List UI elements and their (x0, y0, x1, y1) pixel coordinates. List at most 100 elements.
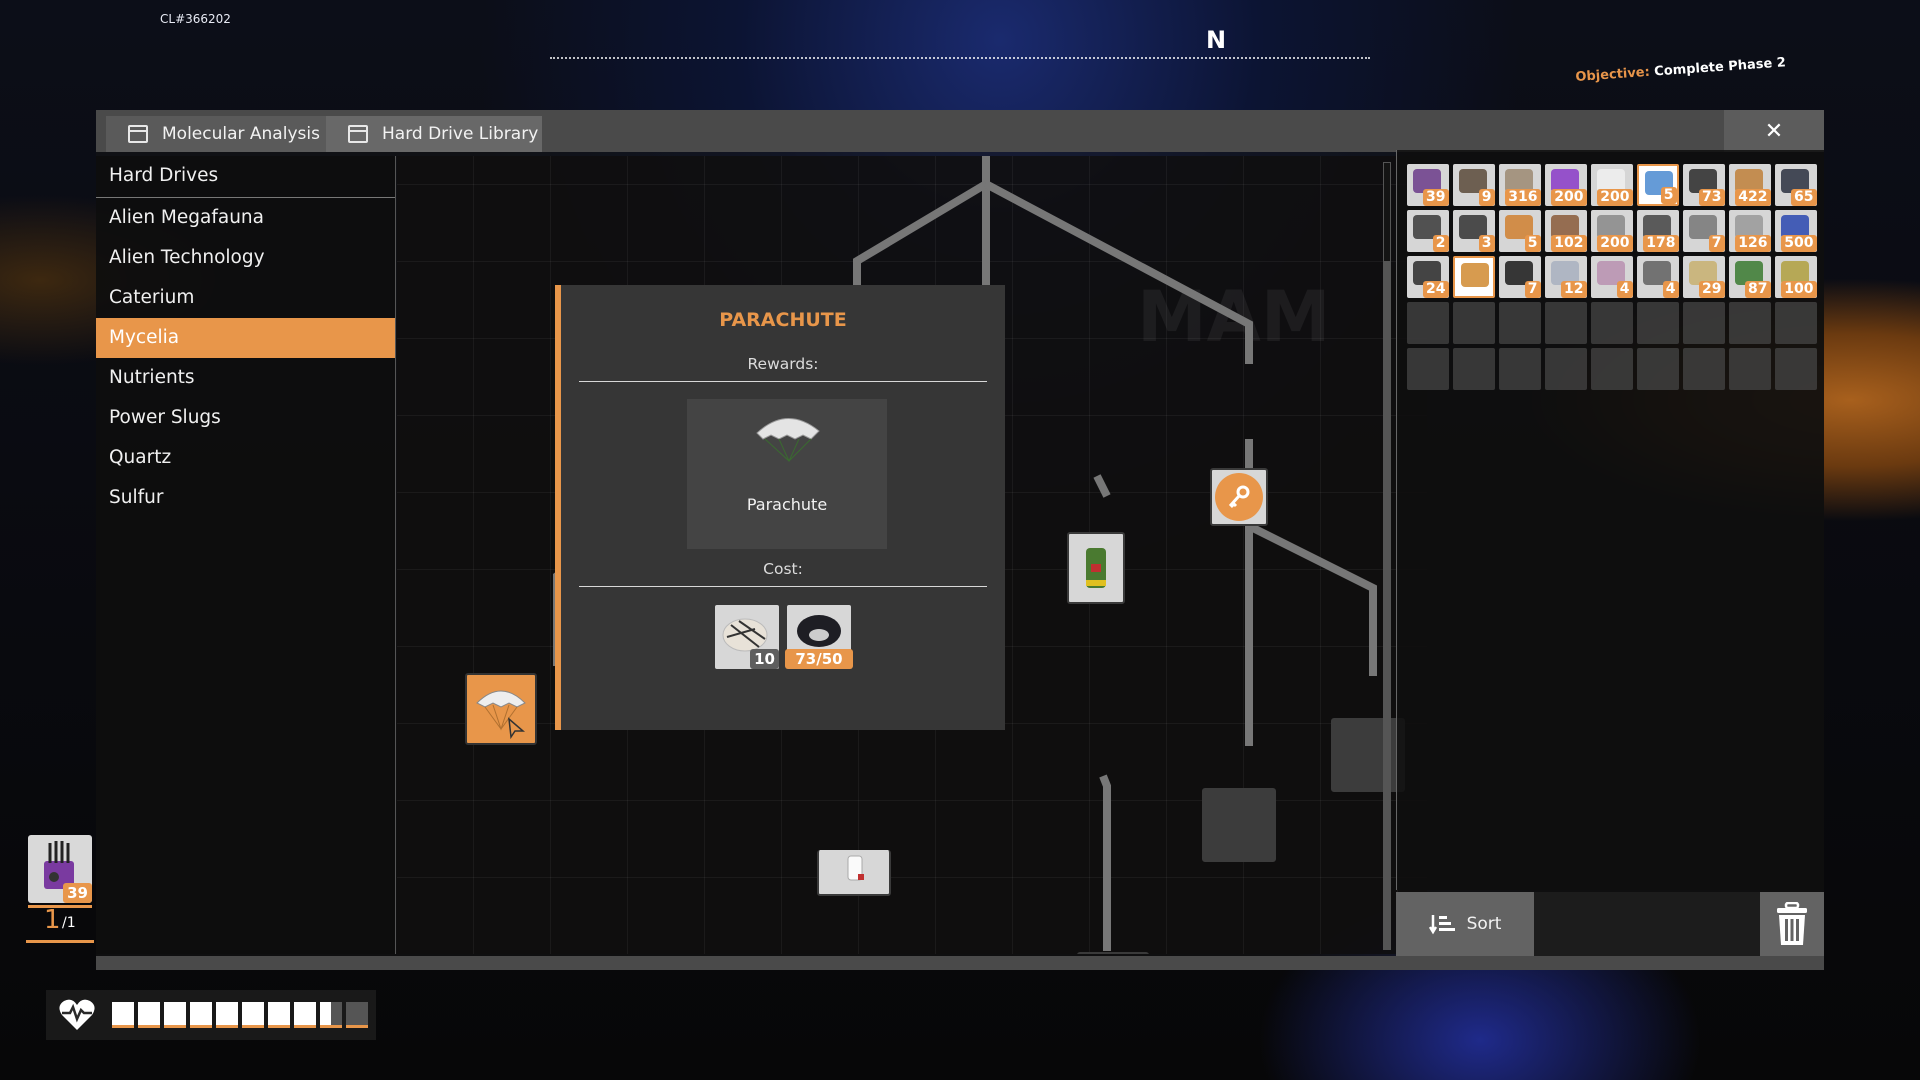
parachute-icon (476, 690, 526, 739)
inventory-slot[interactable]: 73 (1683, 164, 1725, 206)
medkit-icon (847, 855, 864, 881)
inventory-slot[interactable]: 100 (1775, 256, 1817, 298)
inventory-slot[interactable]: 2 (1407, 210, 1449, 252)
inventory-slot-empty[interactable] (1499, 302, 1541, 344)
sidebar-item-alien-megafauna[interactable]: Alien Megafauna (96, 198, 395, 238)
sort-icon (1428, 915, 1455, 935)
inventory-slot-empty[interactable] (1637, 302, 1679, 344)
inventory-slot-empty[interactable] (1775, 348, 1817, 390)
tree-scrollbar[interactable] (1383, 162, 1391, 950)
tree-node-locked[interactable] (1331, 718, 1405, 792)
equipped-count: 39 (63, 883, 92, 903)
close-button[interactable]: ✕ (1724, 110, 1824, 152)
inventory-slot-empty[interactable] (1591, 302, 1633, 344)
sidebar-item-hard-drives[interactable]: Hard Drives (96, 156, 395, 198)
inventory-slot[interactable]: 7 (1499, 256, 1541, 298)
inventory-slot-empty[interactable] (1729, 302, 1771, 344)
health-segment (294, 1002, 316, 1028)
inventory-slot[interactable]: 3 (1453, 210, 1495, 252)
key-icon (1215, 473, 1263, 521)
inventory-slot-empty[interactable] (1545, 348, 1587, 390)
item-count: 29 (1699, 280, 1725, 298)
cost-list: 10 73/50 (561, 605, 1005, 669)
connector (984, 180, 1253, 364)
inventory-slot[interactable]: 126 (1729, 210, 1771, 252)
inventory-slot[interactable]: 4 (1591, 256, 1633, 298)
health-segment (320, 1002, 342, 1028)
inventory-slot-empty[interactable] (1637, 348, 1679, 390)
inventory-slot-empty[interactable] (1683, 302, 1725, 344)
inventory-slot[interactable]: 500 (1775, 210, 1817, 252)
inventory-slot[interactable]: 5 (1637, 164, 1679, 206)
build-id: CL#366202 (160, 12, 231, 26)
sidebar-item-caterium[interactable]: Caterium (96, 278, 395, 318)
trash-button[interactable] (1760, 892, 1824, 956)
inventory-slot-empty[interactable] (1499, 348, 1541, 390)
sort-button[interactable]: Sort (1396, 892, 1534, 956)
inventory-slot-empty[interactable] (1729, 348, 1771, 390)
inventory-slot[interactable]: 200 (1545, 164, 1587, 206)
parachute-icon (756, 418, 820, 463)
tab-hard-drive-library[interactable]: Hard Drive Library (326, 116, 542, 152)
slot-current: 1 (44, 905, 61, 935)
item-count: 9 (1478, 188, 1495, 206)
equipped-item-slot[interactable]: 39 (28, 835, 92, 903)
cost-item-fabric: 10 (715, 605, 779, 669)
tree-node-canister[interactable] (1067, 532, 1125, 604)
inventory-slot[interactable]: 12 (1545, 256, 1587, 298)
inventory-slot[interactable] (1453, 256, 1495, 298)
inventory-slot[interactable]: 9 (1453, 164, 1495, 206)
inventory-slot[interactable]: 7 (1683, 210, 1725, 252)
health-segment (112, 1002, 134, 1028)
item-count: 87 (1745, 280, 1771, 298)
tree-node-locked[interactable] (1202, 788, 1276, 862)
health-segment (346, 1002, 368, 1028)
tree-scrollbar-thumb[interactable] (1383, 162, 1391, 262)
sidebar-item-sulfur[interactable]: Sulfur (96, 478, 395, 518)
sidebar-item-mycelia[interactable]: Mycelia (96, 318, 395, 358)
inventory-slot-empty[interactable] (1775, 302, 1817, 344)
item-count: 7 (1708, 234, 1725, 252)
sidebar-item-alien-technology[interactable]: Alien Technology (96, 238, 395, 278)
inventory-slot[interactable]: 200 (1591, 210, 1633, 252)
inventory-slot[interactable]: 39 (1407, 164, 1449, 206)
inventory-slot[interactable]: 200 (1591, 164, 1633, 206)
tree-node-medkit[interactable] (817, 850, 891, 896)
inventory-slot[interactable]: 5 (1499, 210, 1541, 252)
inventory-slot-empty[interactable] (1545, 302, 1587, 344)
inventory-slot[interactable]: 4 (1637, 256, 1679, 298)
inventory-slot[interactable]: 316 (1499, 164, 1541, 206)
sidebar-item-power-slugs[interactable]: Power Slugs (96, 398, 395, 438)
connector (853, 180, 989, 286)
inventory-slot-empty[interactable] (1453, 348, 1495, 390)
category-sidebar: Hard Drives Alien Megafauna Alien Techno… (96, 156, 396, 954)
sidebar-item-nutrients[interactable]: Nutrients (96, 358, 395, 398)
trash-icon (1777, 902, 1807, 945)
tree-node-key[interactable] (1210, 468, 1268, 526)
inventory-slot-empty[interactable] (1591, 348, 1633, 390)
sidebar-item-quartz[interactable]: Quartz (96, 438, 395, 478)
tab-molecular-analysis[interactable]: Molecular Analysis Mа (106, 116, 338, 152)
inventory-slot[interactable]: 65 (1775, 164, 1817, 206)
inventory-slot[interactable]: 178 (1637, 210, 1679, 252)
item-count: 178 (1643, 234, 1679, 252)
item-count: 126 (1735, 234, 1771, 252)
compass-bar (550, 57, 1370, 59)
inventory-slot[interactable]: 422 (1729, 164, 1771, 206)
item-count: 4 (1662, 280, 1679, 298)
health-segment (216, 1002, 238, 1028)
inventory-slot[interactable]: 87 (1729, 256, 1771, 298)
tree-node-gas-mask[interactable] (1077, 952, 1149, 954)
inventory-slot-empty[interactable] (1407, 302, 1449, 344)
health-segment (190, 1002, 212, 1028)
inventory-slot-empty[interactable] (1453, 302, 1495, 344)
inventory-slot-empty[interactable] (1683, 348, 1725, 390)
tree-node-parachute[interactable] (465, 673, 537, 745)
compass-heading: N (1206, 26, 1227, 54)
item-count: 5 (1524, 234, 1541, 252)
slot-total: /1 (62, 915, 76, 931)
inventory-slot[interactable]: 29 (1683, 256, 1725, 298)
inventory-slot-empty[interactable] (1407, 348, 1449, 390)
inventory-slot[interactable]: 102 (1545, 210, 1587, 252)
inventory-slot[interactable]: 24 (1407, 256, 1449, 298)
